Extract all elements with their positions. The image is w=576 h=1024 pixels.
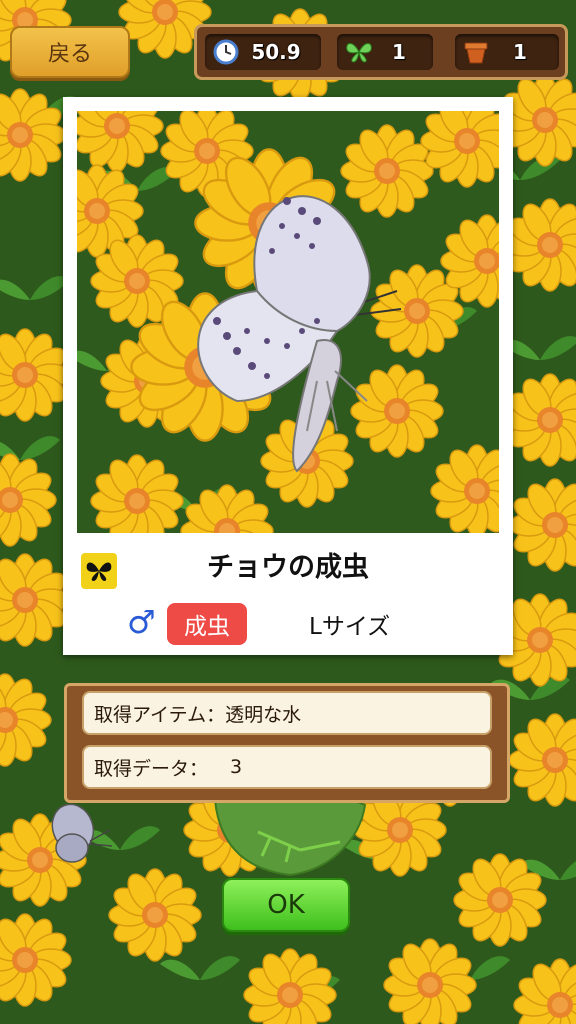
ok-button[interactable]: OK xyxy=(222,878,350,932)
data-row: 取得データ： 3 xyxy=(82,745,492,789)
pot-count-box: 1 xyxy=(455,34,559,70)
butterfly-count-box: 1 xyxy=(337,34,433,70)
ok-button-label: OK xyxy=(267,890,305,920)
item-value: 透明な水 xyxy=(225,703,302,726)
flowerpot-icon xyxy=(464,42,488,64)
size-label: Lサイズ xyxy=(309,614,391,640)
specimen-card: チョウの成虫 ♂ 成虫 Lサイズ xyxy=(63,97,513,655)
butterfly-icon xyxy=(346,43,372,63)
butterfly-count: 1 xyxy=(392,40,406,64)
clock-icon xyxy=(213,39,239,65)
male-symbol-icon: ♂ xyxy=(127,603,156,641)
data-value: 3 xyxy=(230,756,243,778)
item-label: 取得アイテム： xyxy=(94,703,226,726)
timer-box: 50.9 xyxy=(205,34,321,70)
timer-value: 50.9 xyxy=(251,40,301,64)
item-row: 取得アイテム： 透明な水 xyxy=(82,691,492,735)
status-bar: 50.9 1 1 xyxy=(194,24,568,80)
specimen-photo xyxy=(77,111,499,533)
reward-info-panel: 取得アイテム： 透明な水 取得データ： 3 xyxy=(64,683,510,803)
data-label: 取得データ： xyxy=(94,757,209,780)
back-button[interactable]: 戻る xyxy=(10,26,130,78)
pot-count: 1 xyxy=(513,40,527,64)
specimen-title: チョウの成虫 xyxy=(207,552,369,583)
stage-badge: 成虫 xyxy=(167,603,247,645)
back-button-label: 戻る xyxy=(47,42,92,67)
